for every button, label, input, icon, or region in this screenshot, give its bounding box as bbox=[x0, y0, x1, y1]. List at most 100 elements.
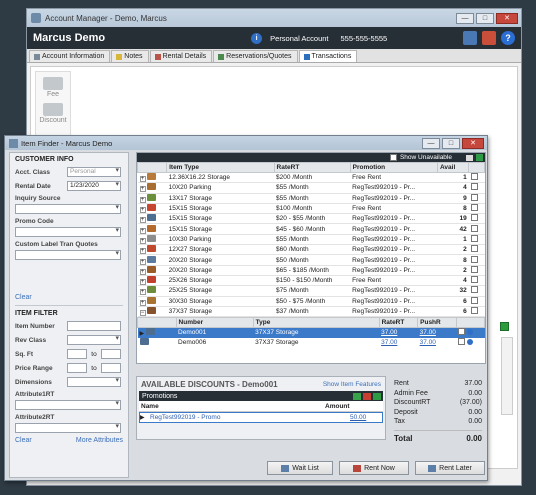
expand-icon[interactable]: + bbox=[139, 217, 146, 224]
promo-amount[interactable]: 50.00 bbox=[350, 414, 366, 421]
row-checkbox[interactable] bbox=[470, 286, 478, 294]
col-push-r[interactable]: PushR bbox=[417, 317, 457, 329]
inquiry-source-select[interactable] bbox=[15, 204, 121, 214]
item-type-row[interactable]: + 25X26 Storage $150 - $150 /Month Free Re… bbox=[137, 275, 485, 287]
expand-icon[interactable]: + bbox=[139, 268, 146, 275]
expand-icon[interactable]: + bbox=[139, 227, 146, 234]
custom-label-select[interactable] bbox=[15, 250, 121, 260]
col-number[interactable]: Number bbox=[175, 317, 254, 329]
row-checkbox[interactable] bbox=[470, 193, 478, 201]
expand-icon[interactable]: − bbox=[139, 310, 146, 316]
row-checkbox[interactable] bbox=[470, 276, 478, 284]
unit-push-rate[interactable]: 37.00 bbox=[417, 327, 457, 338]
unit-rate[interactable]: 37.00 bbox=[379, 327, 418, 338]
row-checkbox[interactable] bbox=[470, 307, 478, 314]
print-icon[interactable] bbox=[466, 154, 473, 161]
expand-icon[interactable]: + bbox=[139, 207, 146, 214]
expand-icon[interactable]: + bbox=[139, 258, 146, 265]
close-button[interactable]: ✕ bbox=[496, 12, 518, 24]
item-type-row[interactable]: + 20X20 Storage $50 /Month RegTest992019 -… bbox=[137, 254, 485, 266]
minimize-button[interactable]: — bbox=[456, 12, 474, 24]
item-type-row[interactable]: − 37X37 Storage $37 /Month RegTest992019 -… bbox=[137, 306, 485, 318]
col-amount[interactable]: Amount bbox=[325, 403, 350, 410]
item-type-row[interactable]: + 13X17 Storage $55 /Month RegTest992019 -… bbox=[137, 193, 485, 204]
expand-icon[interactable]: + bbox=[139, 279, 146, 286]
add-promo-icon[interactable] bbox=[353, 392, 361, 400]
item-type-row[interactable]: + 15X15 Storage $45 - $60 /Month RegTest99… bbox=[137, 223, 485, 235]
unit-row[interactable]: ▶ Demo001 37X37 Storage 37.00 37.00 bbox=[137, 327, 485, 338]
show-item-features-link[interactable]: Show Item Features bbox=[323, 381, 381, 388]
item-type-row[interactable]: + 15X15 Storage $20 - $55 /Month RegTest99… bbox=[137, 213, 485, 225]
row-checkbox[interactable] bbox=[470, 265, 478, 273]
item-number-input[interactable] bbox=[67, 321, 121, 331]
col-name[interactable]: Name bbox=[139, 403, 325, 410]
unit-checkbox[interactable] bbox=[458, 328, 466, 336]
expand-icon[interactable]: + bbox=[139, 299, 146, 306]
price-min-input[interactable] bbox=[67, 363, 87, 373]
tab-transactions[interactable]: Transactions bbox=[298, 50, 358, 62]
rent-now-button[interactable]: Rent Now bbox=[339, 461, 409, 475]
promotion-row[interactable]: ▶ RegTest992019 - Promo 50.00 bbox=[139, 412, 383, 423]
row-checkbox[interactable] bbox=[470, 245, 478, 253]
row-checkbox[interactable] bbox=[470, 204, 478, 212]
excel-icon[interactable] bbox=[476, 154, 483, 161]
more-attributes-link[interactable]: More Attributes bbox=[76, 437, 123, 444]
item-type-row[interactable]: + 25X25 Storage $75 /Month RegTest992019 -… bbox=[137, 285, 485, 297]
item-type-row[interactable]: + 12X27 Storage $60 /Month RegTest992019 -… bbox=[137, 244, 485, 256]
item-type-row[interactable]: + 10X20 Parking $55 /Month RegTest992019 -… bbox=[137, 182, 485, 194]
fee-icon[interactable] bbox=[43, 77, 63, 90]
item-type-row[interactable]: + 15X15 Storage $100 /Month Free Rent 8 bbox=[137, 203, 485, 215]
minimize-button[interactable]: — bbox=[422, 137, 440, 149]
unit-push-rate[interactable]: 37.00 bbox=[418, 338, 457, 348]
maximize-button[interactable]: □ bbox=[476, 12, 494, 24]
row-checkbox[interactable] bbox=[470, 255, 478, 263]
discount-icon[interactable] bbox=[43, 103, 63, 116]
maximize-button[interactable]: □ bbox=[442, 137, 460, 149]
close-button[interactable]: ✕ bbox=[462, 137, 484, 149]
excel-icon[interactable] bbox=[373, 392, 381, 400]
col-promotion[interactable]: Promotion bbox=[349, 162, 438, 173]
rent-later-button[interactable]: Rent Later bbox=[415, 461, 485, 475]
clear-filter-link[interactable]: Clear bbox=[15, 437, 32, 444]
show-unavailable-toggle[interactable]: Show Unavailable bbox=[389, 154, 452, 161]
item-type-row[interactable]: + 12.36X16.22 Storage $200 /Month Free Ren… bbox=[137, 172, 485, 184]
col-type[interactable]: Type bbox=[252, 317, 380, 329]
expand-icon[interactable]: + bbox=[139, 186, 146, 193]
row-checkbox[interactable] bbox=[470, 183, 478, 191]
expand-icon[interactable]: + bbox=[139, 176, 146, 183]
expand-icon[interactable]: + bbox=[139, 289, 146, 296]
col-rate[interactable]: RateRT bbox=[273, 162, 351, 173]
acct-class-select[interactable]: Personal bbox=[67, 167, 121, 177]
col-item-type[interactable]: Item Type bbox=[166, 162, 275, 173]
price-max-input[interactable] bbox=[101, 363, 121, 373]
row-checkbox[interactable] bbox=[470, 296, 478, 304]
item-type-row[interactable]: + 30X30 Storage $50 - $75 /Month RegTest99… bbox=[137, 296, 485, 307]
tab-account-information[interactable]: Account Information bbox=[29, 50, 111, 62]
tab-rental-details[interactable]: Rental Details bbox=[149, 50, 213, 62]
rental-date-picker[interactable]: 1/23/2020 bbox=[67, 181, 121, 191]
item-type-row[interactable]: + 20X20 Storage $65 - $185 /Month RegTest9… bbox=[137, 265, 485, 276]
sq-ft-max-input[interactable] bbox=[101, 349, 121, 359]
wait-list-button[interactable]: Wait List bbox=[267, 461, 333, 475]
help-icon[interactable]: ? bbox=[501, 31, 515, 45]
col-avail[interactable]: Avail bbox=[436, 162, 470, 173]
expand-icon[interactable]: + bbox=[139, 237, 146, 244]
dimensions-select[interactable] bbox=[67, 377, 121, 387]
expand-icon[interactable]: + bbox=[139, 196, 146, 203]
expand-icon[interactable]: + bbox=[139, 248, 146, 255]
unit-rate[interactable]: 37.00 bbox=[379, 338, 418, 348]
attribute1-select[interactable] bbox=[15, 400, 121, 410]
col-rate-rt[interactable]: RateRT bbox=[378, 317, 419, 329]
tab-reservations-quotes[interactable]: Reservations/Quotes bbox=[213, 50, 298, 62]
row-checkbox[interactable] bbox=[470, 214, 478, 222]
add-icon[interactable] bbox=[500, 322, 509, 331]
tools-icon[interactable] bbox=[482, 31, 496, 45]
row-checkbox[interactable] bbox=[470, 224, 478, 232]
unit-checkbox[interactable] bbox=[458, 338, 466, 346]
row-checkbox[interactable] bbox=[470, 173, 478, 181]
profile-icon[interactable] bbox=[463, 31, 477, 45]
row-checkbox[interactable] bbox=[470, 234, 478, 242]
remove-promo-icon[interactable] bbox=[363, 392, 371, 400]
sq-ft-min-input[interactable] bbox=[67, 349, 87, 359]
show-unavailable-checkbox[interactable] bbox=[389, 154, 397, 161]
